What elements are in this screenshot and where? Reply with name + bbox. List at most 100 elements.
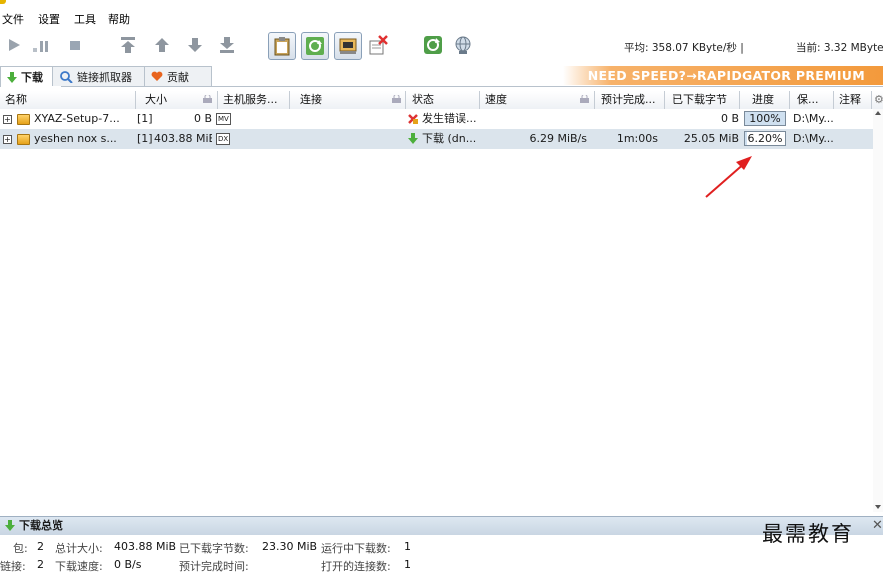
error-icon (407, 109, 419, 129)
download-arrow-icon (7, 71, 17, 83)
progress-label: 6.20% (747, 132, 783, 145)
table-row[interactable]: + XYAZ-Setup-7... [1] 0 B MV 发生错误... 0 B… (0, 109, 873, 129)
download-table-header: 名称 大小 主机服务... 连接 状态 速度 预计完成... 已下载字节 进度 … (0, 91, 883, 110)
downloading-icon (407, 129, 419, 149)
column-progress[interactable]: 进度 (740, 91, 790, 109)
row-save-path: D:\My... (793, 132, 834, 145)
reconnect-icon (306, 37, 324, 55)
annotation-arrow-icon (705, 156, 752, 198)
running-label: 运行中下载数: (321, 542, 391, 555)
tab-download-label: 下载 (21, 71, 43, 84)
app-logo (0, 0, 6, 4)
column-name[interactable]: 名称 (0, 91, 136, 109)
column-comment[interactable]: 注释 (834, 91, 872, 109)
column-downloaded[interactable]: 已下载字节 (665, 91, 740, 109)
column-status[interactable]: 状态 (406, 91, 480, 109)
row-count: [1] (137, 132, 153, 145)
host-badge: MV (216, 113, 231, 125)
premium-icon (339, 38, 357, 54)
progress-label: 100% (749, 112, 781, 125)
row-downloaded: 0 B (720, 112, 739, 125)
check-updates-button[interactable] (422, 34, 444, 56)
premium-toggle[interactable] (334, 32, 362, 60)
row-downloaded: 25.05 MiB (683, 132, 739, 145)
move-down-icon (188, 38, 202, 52)
heart-icon (151, 71, 163, 81)
row-status: 发生错误... (422, 112, 477, 125)
links-value: 2 (37, 558, 44, 571)
move-top-button[interactable] (117, 34, 139, 56)
vertical-scrollbar[interactable] (873, 109, 883, 512)
close-panel-icon[interactable]: ✕ (872, 518, 883, 533)
update-icon (424, 36, 442, 54)
premium-banner[interactable]: NEED SPEED?→RAPIDGATOR PREMIUM (563, 66, 883, 85)
tab-contribute[interactable]: 贡献 (144, 66, 212, 86)
links-label: 链接: (0, 560, 26, 573)
move-up-icon (155, 38, 169, 52)
column-connection[interactable]: 连接 (290, 91, 406, 109)
menu-help[interactable]: 帮助 (106, 11, 136, 27)
play-icon (9, 39, 20, 51)
progress-bar: 100% (744, 111, 786, 126)
column-speed[interactable]: 速度 (480, 91, 595, 109)
menu-tools[interactable]: 工具 (72, 11, 102, 27)
row-name: yeshen nox s... (34, 132, 117, 145)
download-overview-header[interactable]: 下载总览 (0, 516, 883, 535)
row-speed: 6.29 MiB/s (529, 132, 587, 145)
main-tabs: 下载 链接抓取器 贡献 NEED SPEED?→RAPIDGATOR PREMI… (0, 66, 883, 87)
clipboard-monitor-toggle[interactable] (268, 32, 296, 60)
toolbar: 平均: 358.07 KByte/秒 | 当前: 3.32 MByte/秒 (0, 32, 883, 62)
download-overview: 包: 2 总计大小: 403.88 MiB 已下载字节数: 23.30 MiB … (0, 535, 883, 573)
auto-reconnect-toggle[interactable] (301, 32, 329, 60)
move-up-button[interactable] (151, 34, 173, 56)
stop-downloads-button[interactable] (64, 34, 86, 56)
watermark: 最需教育 (762, 522, 854, 546)
clear-list-button[interactable] (367, 34, 389, 56)
globe-icon (455, 36, 471, 54)
row-size: 0 B (193, 112, 212, 125)
host-badge: DX (216, 133, 231, 145)
size-lock-icon (203, 95, 212, 103)
menu-file[interactable]: 文件 (0, 11, 30, 27)
speed-lock-icon (580, 95, 589, 103)
expand-toggle[interactable]: + (3, 135, 12, 144)
connection-lock-icon (392, 95, 401, 103)
row-count: [1] (137, 112, 153, 125)
tab-link-grabber[interactable]: 链接抓取器 (52, 66, 154, 86)
connections-label: 打开的连接数: (321, 560, 391, 573)
move-down-button[interactable] (184, 34, 206, 56)
scroll-arrows-icon (875, 111, 881, 509)
tab-link-grabber-label: 链接抓取器 (77, 70, 132, 84)
start-downloads-button[interactable] (3, 34, 25, 56)
reconnect-now-button[interactable] (453, 34, 475, 56)
pause-downloads-button[interactable] (30, 34, 52, 56)
move-bottom-button[interactable] (216, 34, 238, 56)
stop-icon (70, 41, 80, 50)
progress-bar: 6.20% (744, 131, 786, 146)
packages-value: 2 (37, 540, 44, 553)
package-icon (17, 114, 30, 125)
clipboard-icon (274, 37, 290, 56)
column-save-to[interactable]: 保... (790, 91, 834, 109)
total-size-label: 总计大小: (55, 542, 103, 555)
package-icon (17, 134, 30, 145)
menu-settings[interactable]: 设置 (36, 11, 66, 27)
speed-value: 0 B/s (114, 558, 142, 571)
move-to-bottom-icon (220, 37, 234, 53)
column-config-icon[interactable]: ⚙ (872, 91, 883, 109)
running-value: 1 (404, 540, 411, 553)
link-grabber-icon (60, 70, 73, 83)
premium-banner-text: NEED SPEED?→RAPIDGATOR PREMIUM (587, 68, 865, 83)
tab-contribute-label: 贡献 (167, 70, 189, 84)
row-size: 403.88 MiB (154, 132, 212, 145)
downloaded-value: 23.30 MiB (262, 540, 318, 553)
total-size-value: 403.88 MiB (114, 540, 177, 553)
column-eta[interactable]: 预计完成... (595, 91, 665, 109)
row-save-path: D:\My... (793, 112, 834, 125)
column-host[interactable]: 主机服务... (218, 91, 290, 109)
row-status: 下载 (dn... (422, 132, 477, 145)
downloaded-label: 已下载字节数: (179, 542, 249, 555)
table-row[interactable]: + yeshen nox s... [1] 403.88 MiB DX 下载 (… (0, 129, 873, 149)
overview-title: 下载总览 (19, 519, 63, 532)
expand-toggle[interactable]: + (3, 115, 12, 124)
